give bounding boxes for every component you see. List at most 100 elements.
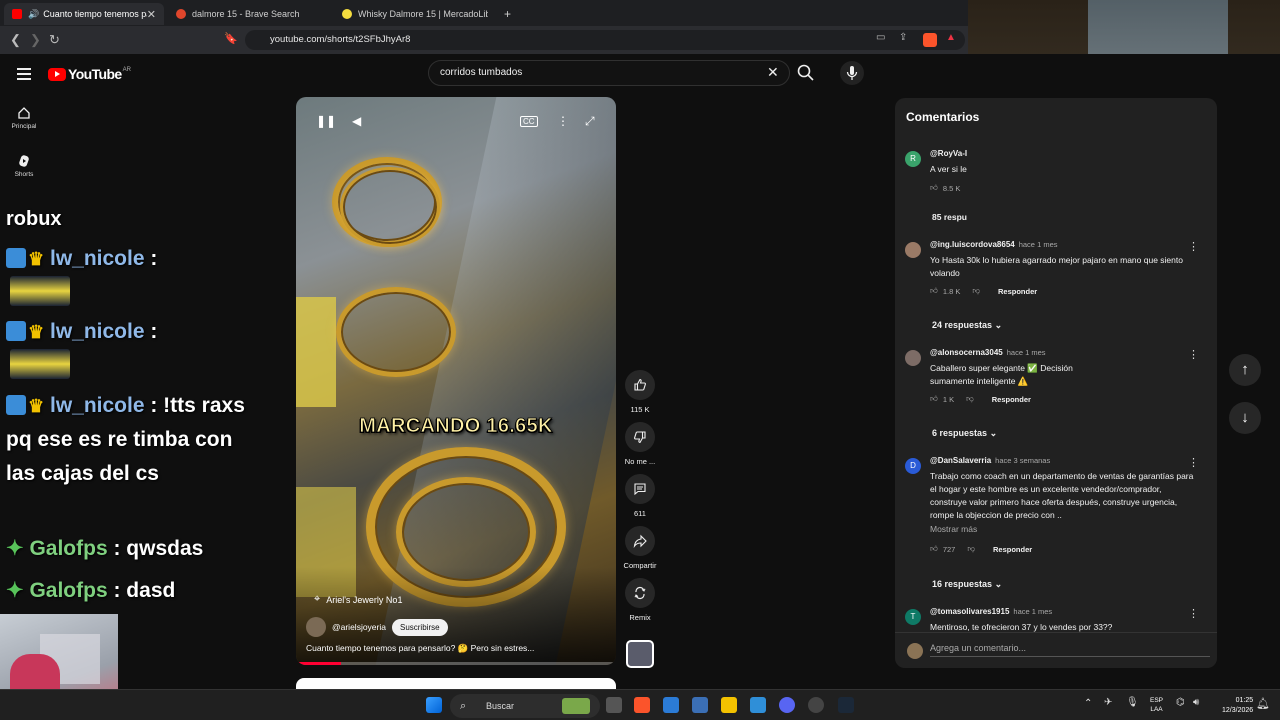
pause-icon[interactable]: ❚❚ <box>316 114 336 128</box>
dislike-icon[interactable]: 👎︎ <box>972 286 980 296</box>
previous-short-button[interactable]: ↑ <box>1229 354 1261 386</box>
avatar[interactable]: D <box>905 458 921 474</box>
comment-author[interactable]: @DanSalaverria <box>930 456 991 465</box>
dislike-icon[interactable]: 👎︎ <box>966 394 974 404</box>
comment-menu-icon[interactable]: ⋮ <box>1188 240 1199 253</box>
shorts-video-player[interactable]: ❚❚ ◀ CC ⋮ ⤢ MARCANDO 16.65K ⌖ Ariel's Je… <box>296 97 616 665</box>
comments-button[interactable]: 611 <box>620 474 660 518</box>
calculator-icon[interactable] <box>692 697 708 713</box>
forward-icon[interactable]: ❯ <box>30 32 41 48</box>
voice-search-button[interactable] <box>840 61 864 85</box>
notepad-icon[interactable] <box>663 697 679 713</box>
url-field[interactable]: youtube.com/shorts/t2SFbJhyAr8 <box>245 30 965 50</box>
obs-icon[interactable] <box>808 697 824 713</box>
progress-bar[interactable] <box>296 662 616 665</box>
replies-toggle[interactable]: 85 respu <box>932 212 967 222</box>
share-page-icon[interactable]: ⇪ <box>899 32 907 43</box>
microphone-icon[interactable]: 🎙︎ <box>1126 697 1139 708</box>
volume-icon[interactable]: 🔊︎ <box>1193 697 1199 708</box>
channel-name[interactable]: @arielsjoyeria <box>332 622 386 632</box>
tab-youtube[interactable]: 🔊 Cuanto tiempo tenemos para ✕ <box>4 3 164 25</box>
search-icon[interactable] <box>796 63 816 83</box>
reload-icon[interactable]: ↻ <box>49 32 60 48</box>
notifications-icon[interactable]: 🔔︎ <box>1256 697 1270 710</box>
back-icon[interactable]: ❮ <box>10 32 21 48</box>
comment-menu-icon[interactable]: ⋮ <box>1188 607 1199 620</box>
brave-shields-icon[interactable] <box>923 33 937 47</box>
reply-button[interactable]: Responder <box>992 395 1031 404</box>
sidebar-item-principal[interactable]: Principal <box>6 106 42 130</box>
volume-icon[interactable]: ◀ <box>352 114 361 128</box>
sidebar-item-shorts[interactable]: Shorts <box>6 154 42 178</box>
location-label: Ariel's Jewerly No1 <box>326 594 403 605</box>
comment-author[interactable]: @alonsocerna3045 <box>930 348 1003 357</box>
replies-toggle[interactable]: 24 respuestas ⌄ <box>932 320 1002 331</box>
youtube-logo[interactable]: YouTube AR <box>48 66 131 82</box>
avatar[interactable] <box>905 242 921 258</box>
more-options-icon[interactable]: ⋮ <box>557 114 569 128</box>
next-short-button[interactable]: ↓ <box>1229 402 1261 434</box>
location-tag[interactable]: ⌖ Ariel's Jewerly No1 <box>314 593 402 606</box>
like-button[interactable]: 115 K <box>620 370 660 414</box>
like-icon[interactable]: 👍︎ <box>930 394 938 404</box>
file-explorer-icon[interactable] <box>750 697 766 713</box>
clear-search-icon[interactable]: ✕ <box>767 64 779 81</box>
share-button[interactable]: Compartir <box>620 526 660 570</box>
search-input[interactable]: corridos tumbados <box>428 60 790 86</box>
remix-icon <box>634 586 646 600</box>
menu-icon[interactable] <box>17 68 31 80</box>
remix-button[interactable]: Remix <box>620 578 660 622</box>
logo-wordmark: YouTube <box>68 66 122 82</box>
brave-rewards-icon[interactable]: ▲ <box>946 32 956 43</box>
comment-author[interactable]: @tomasolivares1915 <box>930 607 1009 616</box>
reply-button[interactable]: Responder <box>993 545 1032 554</box>
new-tab-button[interactable]: + <box>496 3 516 25</box>
arrow-down-icon: ↓ <box>1241 409 1249 426</box>
comment-menu-icon[interactable]: ⋮ <box>1188 348 1199 361</box>
network-off-icon[interactable]: ✈ <box>1104 697 1112 708</box>
video-caption[interactable]: Cuanto tiempo tenemos para pensarlo? 🤔 P… <box>306 643 606 654</box>
comment-author[interactable]: @ing.luiscordova8654 <box>930 240 1015 249</box>
discord-icon[interactable] <box>779 697 795 713</box>
show-more-link[interactable]: Mostrar más <box>930 524 977 534</box>
audio-thumbnail[interactable] <box>626 640 654 668</box>
chevron-down-icon: ⌄ <box>994 579 1003 589</box>
avatar[interactable]: R <box>905 151 921 167</box>
comment-author[interactable]: @RoyVa-I <box>930 149 967 158</box>
dislike-icon[interactable]: 👎︎ <box>967 544 975 554</box>
task-view-icon[interactable] <box>606 697 622 713</box>
comment-menu-icon[interactable]: ⋮ <box>1188 456 1199 469</box>
avatar[interactable]: T <box>905 609 921 625</box>
chat-emote-image <box>10 349 70 379</box>
chevron-up-icon[interactable]: ⌃ <box>1084 698 1092 709</box>
video-overlay-text: MARCANDO 16.65K <box>359 415 553 438</box>
replies-toggle[interactable]: 6 respuestas ⌄ <box>932 428 997 439</box>
language-indicator[interactable]: ESP LAA <box>1150 696 1163 714</box>
replies-toggle[interactable]: 16 respuestas ⌄ <box>932 579 1002 590</box>
bookmark-icon[interactable]: 🔖 <box>224 32 238 45</box>
like-icon[interactable]: 👍︎ <box>930 286 938 296</box>
like-icon[interactable]: 👍︎ <box>930 544 938 554</box>
add-comment-input[interactable]: Agrega un comentario... <box>930 643 1210 657</box>
reply-button[interactable]: Responder <box>998 287 1037 296</box>
wifi-icon[interactable]: ⌬ <box>1176 697 1185 708</box>
channel-avatar[interactable] <box>306 617 326 637</box>
avatar[interactable] <box>905 350 921 366</box>
steam-icon[interactable] <box>838 697 854 713</box>
captions-icon[interactable]: CC <box>520 116 538 127</box>
like-icon[interactable]: 👍︎ <box>930 183 938 193</box>
next-video-peek[interactable] <box>296 678 616 689</box>
sticky-notes-icon[interactable] <box>721 697 737 713</box>
screen-cast-icon[interactable]: ▭ <box>876 32 885 43</box>
taskbar-search[interactable]: ⌕ Buscar <box>450 694 600 718</box>
brave-browser-icon[interactable] <box>634 697 650 713</box>
dislike-button[interactable]: No me ... <box>620 422 660 466</box>
tab-mercadolibre[interactable]: Whisky Dalmore 15 | MercadoLibre <box>334 3 496 25</box>
system-clock[interactable]: 01:25 12/3/2026 <box>1222 696 1253 716</box>
close-tab-icon[interactable]: ✕ <box>147 8 156 21</box>
subscribe-button[interactable]: Suscribirse <box>391 618 448 636</box>
chat-username: Galofps <box>29 579 108 602</box>
tab-brave-search[interactable]: dalmore 15 - Brave Search <box>168 3 330 25</box>
windows-start-icon[interactable] <box>426 697 442 713</box>
fullscreen-icon[interactable]: ⤢ <box>585 114 595 129</box>
